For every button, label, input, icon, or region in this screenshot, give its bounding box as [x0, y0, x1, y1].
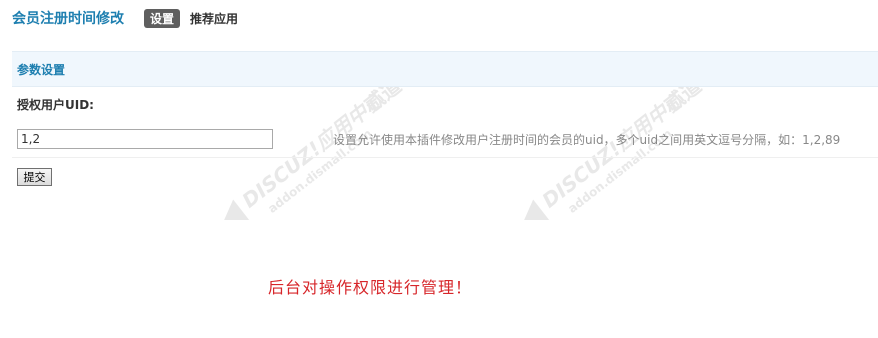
watermark-brand-text: DISCUZ!应用中心	[237, 87, 389, 213]
uid-field-tip: 设置允许使用本插件修改用户注册时间的会员的uid，多个uid之间用英文逗号分隔，…	[333, 133, 841, 147]
submit-button[interactable]: 提交	[17, 168, 52, 186]
tab-settings[interactable]: 设置	[144, 8, 181, 28]
uid-input[interactable]	[17, 129, 273, 149]
page-title: 会员注册时间修改	[12, 11, 124, 27]
section-header: 参数设置	[12, 51, 878, 87]
tab-recommended-apps[interactable]: 推荐应用	[184, 9, 244, 28]
uid-field-label: 授权用户UID:	[17, 98, 94, 112]
top-nav: 会员注册时间修改 设置 推荐应用	[12, 8, 248, 28]
section-title: 参数设置	[17, 62, 66, 77]
annotation-text: 后台对操作权限进行管理！	[268, 278, 473, 297]
row-divider	[12, 157, 878, 158]
watermark-brand-text: DISCUZ!应用中心	[537, 87, 689, 213]
